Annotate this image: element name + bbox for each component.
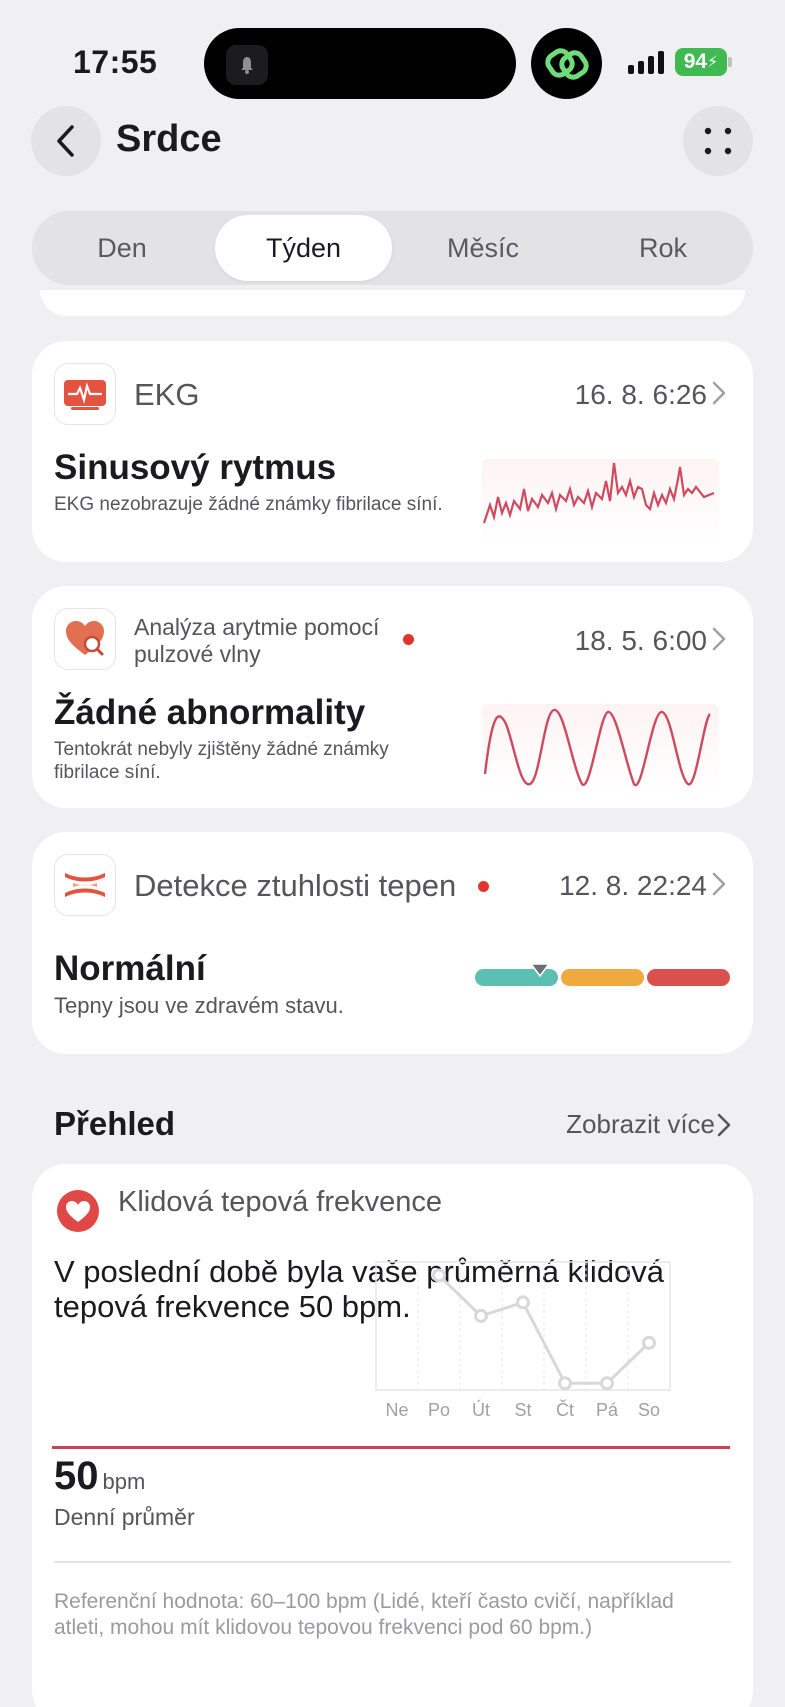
page-title: Srdce [116,118,222,160]
chevron-right-icon [712,872,726,896]
status-time: 17:55 [73,44,158,80]
x-tick-label: St [514,1400,531,1420]
ekg-date: 16. 8. 6:26 [574,379,707,410]
arterial-result: Normální [54,949,206,988]
x-tick-label: So [638,1400,660,1420]
tab-day[interactable]: Den [36,215,208,281]
ekg-icon [54,363,116,425]
chevron-right-icon [712,381,726,405]
section-title-overview: Přehled [54,1105,176,1142]
scale-segment-high [647,969,730,986]
average-unit: bpm [102,1469,146,1494]
x-tick-label: Pá [596,1400,619,1420]
previous-card-edge [40,290,745,316]
average-caption: Denní průměr [54,1504,195,1530]
chevron-right-icon[interactable] [717,1112,731,1138]
reference-note: Referenční hodnota: 60–100 bpm (Lidé, kt… [54,1590,674,1639]
arterial-label: Detekce ztuhlosti tepen [134,868,457,903]
data-point [432,1268,446,1283]
ekg-card[interactable]: EKG 16. 8. 6:26 Sinusový rytmus EKG nezo… [32,341,753,562]
data-point [600,1376,614,1391]
average-number: 50 [54,1454,99,1498]
new-indicator-dot [478,881,489,892]
ekg-label: EKG [134,377,200,412]
data-point [642,1335,656,1350]
arterial-description: Tepny jsou ve zdravém stavu. [54,993,344,1018]
new-indicator-dot [403,634,414,645]
four-dots-icon [704,127,732,155]
data-point [516,1295,530,1310]
ekg-waveform [482,459,719,543]
tab-month[interactable]: Měsíc [397,215,569,281]
heart-search-icon [54,608,116,670]
plot-frame [375,1261,671,1391]
scale-marker-icon [530,963,550,977]
battery-tip [728,57,732,67]
x-tick-label: Ne [385,1400,408,1420]
battery-level: 94 [683,50,708,73]
chevron-right-icon [712,627,726,651]
ekg-description: EKG nezobrazuje žádné známky fibrilace s… [54,494,443,515]
more-options-button[interactable] [683,106,753,176]
arterial-stiffness-card[interactable]: Detekce ztuhlosti tepen 12. 8. 22:24 Nor… [32,832,753,1054]
battery-indicator: 94 ⚡ [675,48,727,76]
average-reference-line [52,1446,730,1449]
x-tick-label: Po [428,1400,450,1420]
arrhythmia-card[interactable]: Analýza arytmie pomocí pulzové vlny 18. … [32,586,753,808]
arrhythmia-date: 18. 5. 6:00 [574,625,707,656]
live-activity-icon [226,45,268,85]
x-tick-label: Čt [556,1399,574,1420]
resting-heart-rate-card[interactable]: Klidová tepová frekvence V poslední době… [32,1164,753,1707]
cellular-signal-icon [628,50,664,74]
dynamic-island [204,28,516,99]
chevron-left-icon [57,125,74,157]
show-more-label: Zobrazit více [566,1109,715,1139]
arterial-date: 12. 8. 22:24 [559,870,707,901]
scale-segment-medium [561,969,644,986]
data-point [558,1376,572,1391]
artery-icon [54,854,116,916]
ekg-result: Sinusový rytmus [54,448,337,487]
arrhythmia-description: Tentokrát nebyly zjištěny žádné známky f… [54,739,389,783]
arrhythmia-label: Analýza arytmie pomocí pulzové vlny [134,614,380,667]
stiffness-scale [475,969,730,986]
tab-week[interactable]: Týden [215,215,392,281]
average-value: 50 bpm [54,1454,145,1499]
back-button[interactable] [31,106,101,176]
link-app-icon [531,28,602,99]
period-tabs: Den Týden Měsíc Rok [32,211,753,285]
x-tick-label: Út [472,1399,490,1420]
pulse-waveform [482,704,719,792]
data-point [474,1308,488,1323]
divider [54,1561,731,1563]
arrhythmia-result: Žádné abnormality [54,693,366,732]
tab-year[interactable]: Rok [577,215,749,281]
show-more-link[interactable]: Zobrazit více [566,1109,715,1140]
